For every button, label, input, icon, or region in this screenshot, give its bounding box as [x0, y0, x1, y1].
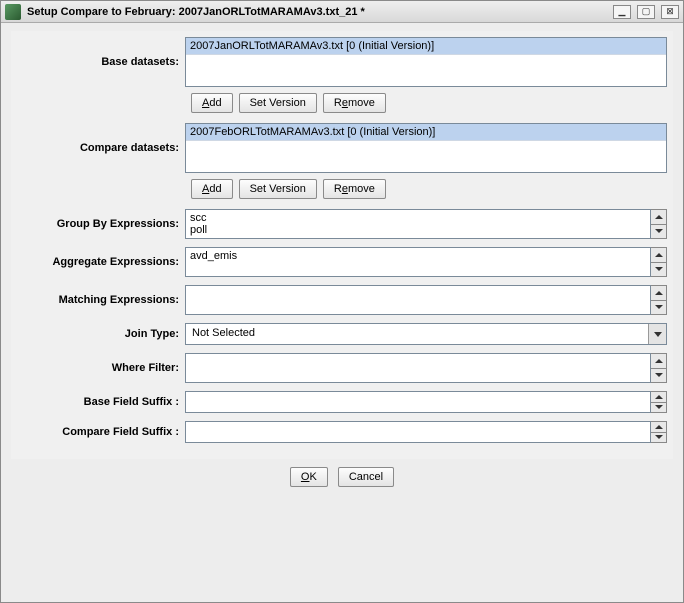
minimize-icon[interactable]: ▁ [613, 5, 631, 19]
compare-set-version-button[interactable]: Set Version [239, 179, 317, 199]
list-item[interactable]: 2007FebORLTotMARAMAv3.txt [0 (Initial Ve… [186, 124, 666, 141]
aggregate-label: Aggregate Expressions: [17, 256, 185, 268]
base-suffix-label: Base Field Suffix : [17, 396, 185, 408]
base-datasets-label: Base datasets: [17, 56, 185, 68]
where-filter-label: Where Filter: [17, 362, 185, 374]
base-remove-button[interactable]: Remove [323, 93, 386, 113]
compare-add-button[interactable]: Add [191, 179, 233, 199]
matching-label: Matching Expressions: [17, 294, 185, 306]
join-type-label: Join Type: [17, 328, 185, 340]
window-title: Setup Compare to February: 2007JanORLTot… [27, 6, 613, 18]
base-suffix-input[interactable] [185, 391, 651, 413]
where-filter-input[interactable] [185, 353, 651, 383]
chevron-up-icon[interactable] [651, 286, 666, 301]
dialog-window: Setup Compare to February: 2007JanORLTot… [0, 0, 684, 603]
list-item[interactable]: 2007JanORLTotMARAMAv3.txt [0 (Initial Ve… [186, 38, 666, 55]
cancel-button[interactable]: Cancel [338, 467, 394, 487]
chevron-down-icon[interactable] [651, 433, 666, 443]
chevron-up-icon[interactable] [651, 210, 666, 225]
join-type-value: Not Selected [186, 324, 648, 344]
ok-button[interactable]: OK [290, 467, 328, 487]
titlebar[interactable]: Setup Compare to February: 2007JanORLTot… [1, 1, 683, 23]
group-by-input[interactable] [185, 209, 651, 239]
aggregate-input[interactable] [185, 247, 651, 277]
chevron-up-icon[interactable] [651, 422, 666, 433]
base-add-button[interactable]: Add [191, 93, 233, 113]
close-icon[interactable]: ⊠ [661, 5, 679, 19]
chevron-down-icon[interactable] [651, 403, 666, 413]
group-by-spinner[interactable] [651, 209, 667, 239]
matching-input[interactable] [185, 285, 651, 315]
aggregate-spinner[interactable] [651, 247, 667, 277]
chevron-down-icon[interactable] [651, 369, 666, 383]
chevron-down-icon[interactable] [651, 263, 666, 277]
compare-suffix-spinner[interactable] [651, 421, 667, 443]
compare-datasets-list[interactable]: 2007FebORLTotMARAMAv3.txt [0 (Initial Ve… [185, 123, 667, 173]
chevron-up-icon[interactable] [651, 392, 666, 403]
chevron-up-icon[interactable] [651, 354, 666, 369]
base-datasets-list[interactable]: 2007JanORLTotMARAMAv3.txt [0 (Initial Ve… [185, 37, 667, 87]
compare-suffix-label: Compare Field Suffix : [17, 426, 185, 438]
base-suffix-spinner[interactable] [651, 391, 667, 413]
compare-remove-button[interactable]: Remove [323, 179, 386, 199]
group-by-label: Group By Expressions: [17, 218, 185, 230]
base-set-version-button[interactable]: Set Version [239, 93, 317, 113]
chevron-down-icon[interactable] [648, 324, 666, 344]
app-icon [5, 4, 21, 20]
maximize-icon[interactable]: ▢ [637, 5, 655, 19]
chevron-down-icon[interactable] [651, 225, 666, 239]
matching-spinner[interactable] [651, 285, 667, 315]
where-filter-spinner[interactable] [651, 353, 667, 383]
chevron-up-icon[interactable] [651, 248, 666, 263]
compare-datasets-label: Compare datasets: [17, 142, 185, 154]
join-type-select[interactable]: Not Selected [185, 323, 667, 345]
compare-suffix-input[interactable] [185, 421, 651, 443]
chevron-down-icon[interactable] [651, 301, 666, 315]
